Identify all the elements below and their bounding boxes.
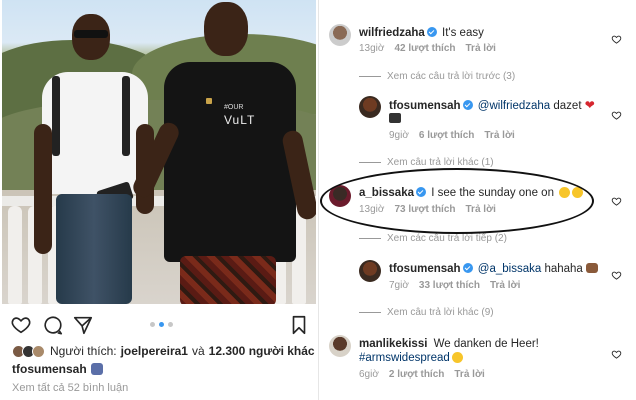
comment-text: tfosumensah @a_bissaka hahaha bbox=[389, 262, 599, 277]
post-photo[interactable]: #OUR VuLT bbox=[2, 0, 316, 304]
replies-line bbox=[359, 162, 381, 163]
avatar[interactable] bbox=[359, 260, 381, 282]
replies-line bbox=[359, 312, 381, 313]
comment-meta: 9giờ 6 lượt thích Trả lời bbox=[389, 130, 515, 141]
reply-button[interactable]: Trả lời bbox=[490, 280, 520, 291]
comment-text: wilfriedzaha It's easy bbox=[359, 26, 484, 41]
verified-icon bbox=[426, 27, 437, 37]
comment-icon[interactable] bbox=[42, 314, 64, 336]
caption: tfosumensah bbox=[12, 362, 103, 376]
liker-avatar bbox=[32, 344, 45, 358]
comment-username[interactable]: tfosumensah bbox=[389, 263, 461, 275]
comment-tfosumensah: tfosumensah @wilfriedzaha dazet ❤ 9giờ 6… bbox=[319, 94, 636, 142]
likes-connector: và bbox=[191, 344, 205, 358]
comment-manlikekissi: manlikekissi We danken de Heer! #armswid… bbox=[319, 333, 636, 383]
relieved-emoji-icon bbox=[451, 352, 463, 363]
highlight-ellipse bbox=[320, 168, 594, 234]
verified-icon bbox=[462, 263, 473, 273]
likes-others[interactable]: 12.300 người khác bbox=[209, 344, 315, 358]
comment-text: manlikekissi We danken de Heer! bbox=[359, 337, 539, 352]
view-replies-label[interactable]: Xem các câu trả lời tiếp (2) bbox=[387, 233, 507, 244]
share-icon[interactable] bbox=[72, 314, 94, 336]
heart-icon[interactable] bbox=[611, 349, 622, 360]
comment-hashtag-line: #armswidespread bbox=[359, 351, 463, 366]
post-panel: #OUR VuLT Người thích: joelpereira1 và 1… bbox=[0, 0, 318, 400]
person-right: #OUR VuLT bbox=[130, 0, 316, 304]
shirt-small-text: #OUR bbox=[224, 104, 244, 111]
comment-body: It's easy bbox=[442, 27, 484, 39]
black-shirt bbox=[164, 62, 296, 262]
comment-time[interactable]: 9giờ bbox=[389, 130, 409, 141]
heart-icon[interactable] bbox=[611, 196, 622, 207]
comment-username[interactable]: tfosumensah bbox=[389, 100, 461, 112]
avatar[interactable] bbox=[359, 96, 381, 118]
comment-mention[interactable]: @a_bissaka bbox=[478, 263, 541, 275]
comment-hashtag[interactable]: #armswidespread bbox=[359, 352, 450, 364]
reply-button[interactable]: Trả lời bbox=[484, 130, 514, 141]
heart-icon[interactable] bbox=[10, 314, 32, 336]
likes-prefix: Người thích: bbox=[50, 344, 117, 358]
bookmark-icon[interactable] bbox=[288, 314, 310, 336]
view-replies-link[interactable]: Xem các câu trả lời tiếp (2) bbox=[359, 233, 507, 244]
sunglasses bbox=[74, 30, 108, 38]
comment-meta: 6giờ 2 lượt thích Trả lời bbox=[359, 369, 485, 380]
comment-meta: 7giờ 33 lượt thích Trả lời bbox=[389, 280, 520, 291]
comment-likes[interactable]: 6 lượt thích bbox=[419, 130, 474, 141]
comment-username[interactable]: manlikekissi bbox=[359, 338, 427, 350]
comment-wilfriedzaha: wilfriedzaha It's easy 13giờ 42 lượt thí… bbox=[319, 22, 636, 62]
comment-text: tfosumensah @wilfriedzaha dazet ❤ bbox=[389, 98, 619, 114]
backpack-strap bbox=[52, 76, 60, 156]
shirt-logo-text: VuLT bbox=[224, 113, 256, 127]
person-left bbox=[34, 14, 158, 304]
avatar[interactable] bbox=[329, 335, 351, 357]
comment-meta: 13giờ 42 lượt thích Trả lời bbox=[359, 43, 496, 54]
view-replies-label[interactable]: Xem câu trả lời khác (1) bbox=[387, 157, 494, 168]
patterned-pants bbox=[180, 256, 276, 304]
comment-tfosumensah-reply: tfosumensah @a_bissaka hahaha 7giờ 33 lư… bbox=[319, 258, 636, 298]
view-all-comments-link[interactable]: Xem tất cả 52 bình luận bbox=[12, 382, 128, 394]
heart-icon[interactable] bbox=[611, 34, 622, 45]
carousel-dot-active bbox=[159, 322, 164, 327]
head bbox=[204, 2, 248, 56]
view-replies-label[interactable]: Xem câu trả lời khác (9) bbox=[387, 307, 494, 318]
reply-button[interactable]: Trả lời bbox=[466, 43, 496, 54]
verified-icon bbox=[462, 100, 473, 110]
chain-pendant bbox=[206, 98, 212, 104]
comment-body: We danken de Heer! bbox=[433, 338, 539, 350]
avatar[interactable] bbox=[329, 24, 351, 46]
caption-username[interactable]: tfosumensah bbox=[12, 362, 87, 376]
view-replies-link[interactable]: Xem câu trả lời khác (9) bbox=[359, 307, 494, 318]
red-heart-emoji-icon: ❤ bbox=[584, 98, 595, 112]
heart-icon[interactable] bbox=[611, 110, 622, 121]
replies-line bbox=[359, 76, 381, 77]
caption-emoji-icon bbox=[90, 363, 103, 375]
baluster bbox=[8, 206, 22, 304]
carousel-dot bbox=[168, 322, 173, 327]
view-replies-label[interactable]: Xem các câu trả lời trước (3) bbox=[387, 71, 515, 82]
top-emoji-icon bbox=[389, 113, 401, 123]
likes-row: Người thích: joelpereira1 và 12.300 ngườ… bbox=[12, 343, 315, 359]
heart-icon[interactable] bbox=[611, 270, 622, 281]
comment-time[interactable]: 6giờ bbox=[359, 369, 379, 380]
comment-likes[interactable]: 2 lượt thích bbox=[389, 369, 444, 380]
arm bbox=[34, 124, 52, 254]
comment-username[interactable]: wilfriedzaha bbox=[359, 27, 425, 39]
liker-username[interactable]: joelpereira1 bbox=[121, 344, 188, 358]
camo-shorts bbox=[56, 194, 132, 304]
comment-time[interactable]: 13giờ bbox=[359, 43, 384, 54]
comment-time[interactable]: 7giờ bbox=[389, 280, 409, 291]
view-replies-link[interactable]: Xem các câu trả lời trước (3) bbox=[359, 71, 515, 82]
view-replies-link[interactable]: Xem câu trả lời khác (1) bbox=[359, 157, 494, 168]
reply-button[interactable]: Trả lời bbox=[454, 369, 484, 380]
comment-likes[interactable]: 42 lượt thích bbox=[394, 43, 455, 54]
carousel-dot bbox=[150, 322, 155, 327]
fist-emoji-icon bbox=[586, 263, 599, 273]
carousel-dots bbox=[150, 322, 173, 327]
comment-body: dazet bbox=[550, 100, 582, 112]
comment-mention[interactable]: @wilfriedzaha bbox=[478, 100, 550, 112]
replies-line bbox=[359, 238, 381, 239]
comment-likes[interactable]: 33 lượt thích bbox=[419, 280, 480, 291]
backpack-strap bbox=[122, 76, 130, 156]
comment-body: hahaha bbox=[541, 263, 583, 275]
